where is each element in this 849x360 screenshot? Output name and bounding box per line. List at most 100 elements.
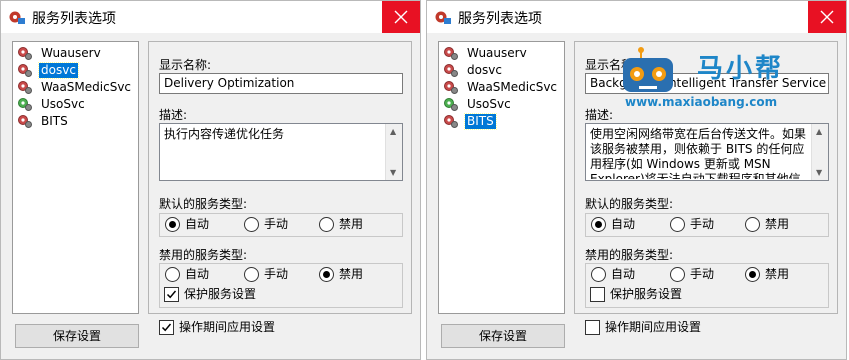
- service-name: Wuauserv: [467, 46, 527, 60]
- description-text: 使用空闲网络带宽在后台传送文件。如果该服务被禁用，则依赖于 BITS 的任何应用…: [590, 127, 807, 179]
- radio-label: 手动: [264, 267, 289, 281]
- service-name: WaaSMedicSvc: [467, 80, 558, 94]
- checkbox-label: 操作期间应用设置: [179, 320, 276, 334]
- gear-icon: [444, 47, 458, 60]
- radio-icon: [244, 217, 259, 232]
- radio-icon: [244, 267, 259, 282]
- radio-selected-icon: [319, 267, 334, 282]
- close-icon: [394, 10, 408, 24]
- description-scrollbar[interactable]: ▲ ▼: [385, 124, 402, 180]
- scroll-up-icon[interactable]: ▲: [390, 127, 396, 136]
- radio-label: 禁用: [339, 267, 364, 281]
- scroll-down-icon[interactable]: ▼: [816, 168, 822, 177]
- gear-icon: [444, 81, 458, 94]
- service-name-selected: BITS: [464, 113, 497, 130]
- radio-icon: [591, 267, 606, 282]
- service-list[interactable]: Wuauserv dosvc WaaSMedicSvc UsoSvc BITS: [438, 41, 565, 314]
- description-field[interactable]: 使用空闲网络带宽在后台传送文件。如果该服务被禁用，则依赖于 BITS 的任何应用…: [585, 123, 829, 181]
- gear-icon: [444, 115, 458, 128]
- list-item[interactable]: WaaSMedicSvc: [13, 79, 138, 96]
- radio-selected-icon: [745, 267, 760, 282]
- service-app-icon: [9, 11, 25, 24]
- radio-icon: [319, 217, 334, 232]
- service-name: UsoSvc: [41, 97, 85, 111]
- service-name: Wuauserv: [41, 46, 101, 60]
- checkbox-icon: [585, 320, 600, 335]
- description-text: 执行内容传递优化任务: [164, 127, 285, 141]
- list-item[interactable]: Wuauserv: [439, 45, 564, 62]
- list-item[interactable]: BITS: [13, 113, 138, 130]
- radio-label: 手动: [264, 217, 289, 231]
- save-settings-button[interactable]: 保存设置: [441, 324, 565, 348]
- scroll-down-icon[interactable]: ▼: [390, 168, 396, 177]
- window-title: 服务列表选项: [32, 11, 116, 27]
- list-item[interactable]: UsoSvc: [13, 96, 138, 113]
- list-item[interactable]: WaaSMedicSvc: [439, 79, 564, 96]
- checkbox-checked-icon: [159, 320, 174, 335]
- watermark-title: 马小帮: [697, 54, 785, 84]
- service-name: WaaSMedicSvc: [41, 80, 132, 94]
- close-button[interactable]: [382, 1, 420, 33]
- gear-icon: [18, 115, 32, 128]
- radio-label: 禁用: [765, 217, 790, 231]
- radio-selected-icon: [591, 217, 606, 232]
- radio-label: 禁用: [339, 217, 364, 231]
- checkbox-label: 操作期间应用设置: [605, 320, 702, 334]
- service-list[interactable]: Wuauserv dosvc WaaSMedicSvc UsoSvc BITS: [12, 41, 139, 314]
- radio-label: 自动: [185, 217, 210, 231]
- display-name-field[interactable]: Delivery Optimization: [159, 73, 403, 94]
- description-label: 描述:: [159, 108, 188, 122]
- default-type-label: 默认的服务类型:: [585, 197, 674, 211]
- radio-icon: [165, 267, 180, 282]
- description-label: 描述:: [585, 108, 614, 122]
- service-name: BITS: [41, 114, 68, 128]
- checkbox-label: 保护服务设置: [610, 287, 683, 301]
- save-settings-button[interactable]: 保存设置: [15, 324, 139, 348]
- description-scrollbar[interactable]: ▲ ▼: [811, 124, 828, 180]
- gear-icon: [18, 64, 32, 77]
- service-app-icon: [435, 11, 451, 24]
- gear-icon: [18, 81, 32, 94]
- display-name-label: 显示名称:: [159, 58, 212, 72]
- radio-icon: [745, 217, 760, 232]
- service-options-window-1: 服务列表选项 Wuauserv dosvc WaaSMedicSvc UsoSv…: [0, 0, 421, 360]
- radio-icon: [670, 267, 685, 282]
- description-field[interactable]: 执行内容传递优化任务 ▲ ▼: [159, 123, 403, 181]
- radio-label: 自动: [185, 267, 210, 281]
- watermark-url: www.maxiaobang.com: [625, 95, 778, 109]
- window-title: 服务列表选项: [458, 11, 542, 27]
- checkbox-label: 保护服务设置: [184, 287, 257, 301]
- close-icon: [820, 10, 834, 24]
- robot-logo-icon: [623, 47, 673, 92]
- disabled-type-label: 禁用的服务类型:: [159, 248, 248, 262]
- radio-label: 手动: [690, 217, 715, 231]
- gear-icon: [18, 47, 32, 60]
- service-name: UsoSvc: [467, 97, 511, 111]
- list-item[interactable]: UsoSvc: [439, 96, 564, 113]
- gear-icon: [18, 98, 32, 111]
- list-item[interactable]: BITS: [439, 113, 564, 130]
- list-item[interactable]: dosvc: [13, 62, 138, 79]
- service-name: dosvc: [467, 63, 502, 77]
- checkmark-icon: [161, 323, 172, 332]
- radio-label: 自动: [611, 217, 636, 231]
- gear-icon: [444, 64, 458, 77]
- checkbox-icon: [590, 287, 605, 302]
- default-type-label: 默认的服务类型:: [159, 197, 248, 211]
- title-bar[interactable]: 服务列表选项: [427, 1, 846, 33]
- close-button[interactable]: [808, 1, 846, 33]
- checkmark-icon: [166, 290, 177, 299]
- list-item[interactable]: dosvc: [439, 62, 564, 79]
- title-bar[interactable]: 服务列表选项: [1, 1, 420, 33]
- radio-icon: [670, 217, 685, 232]
- scroll-up-icon[interactable]: ▲: [816, 127, 822, 136]
- radio-label: 自动: [611, 267, 636, 281]
- gear-icon: [444, 98, 458, 111]
- service-name-selected: dosvc: [38, 62, 79, 79]
- checkbox-checked-icon: [164, 287, 179, 302]
- radio-label: 禁用: [765, 267, 790, 281]
- radio-label: 手动: [690, 267, 715, 281]
- disabled-type-label: 禁用的服务类型:: [585, 248, 674, 262]
- list-item[interactable]: Wuauserv: [13, 45, 138, 62]
- radio-selected-icon: [165, 217, 180, 232]
